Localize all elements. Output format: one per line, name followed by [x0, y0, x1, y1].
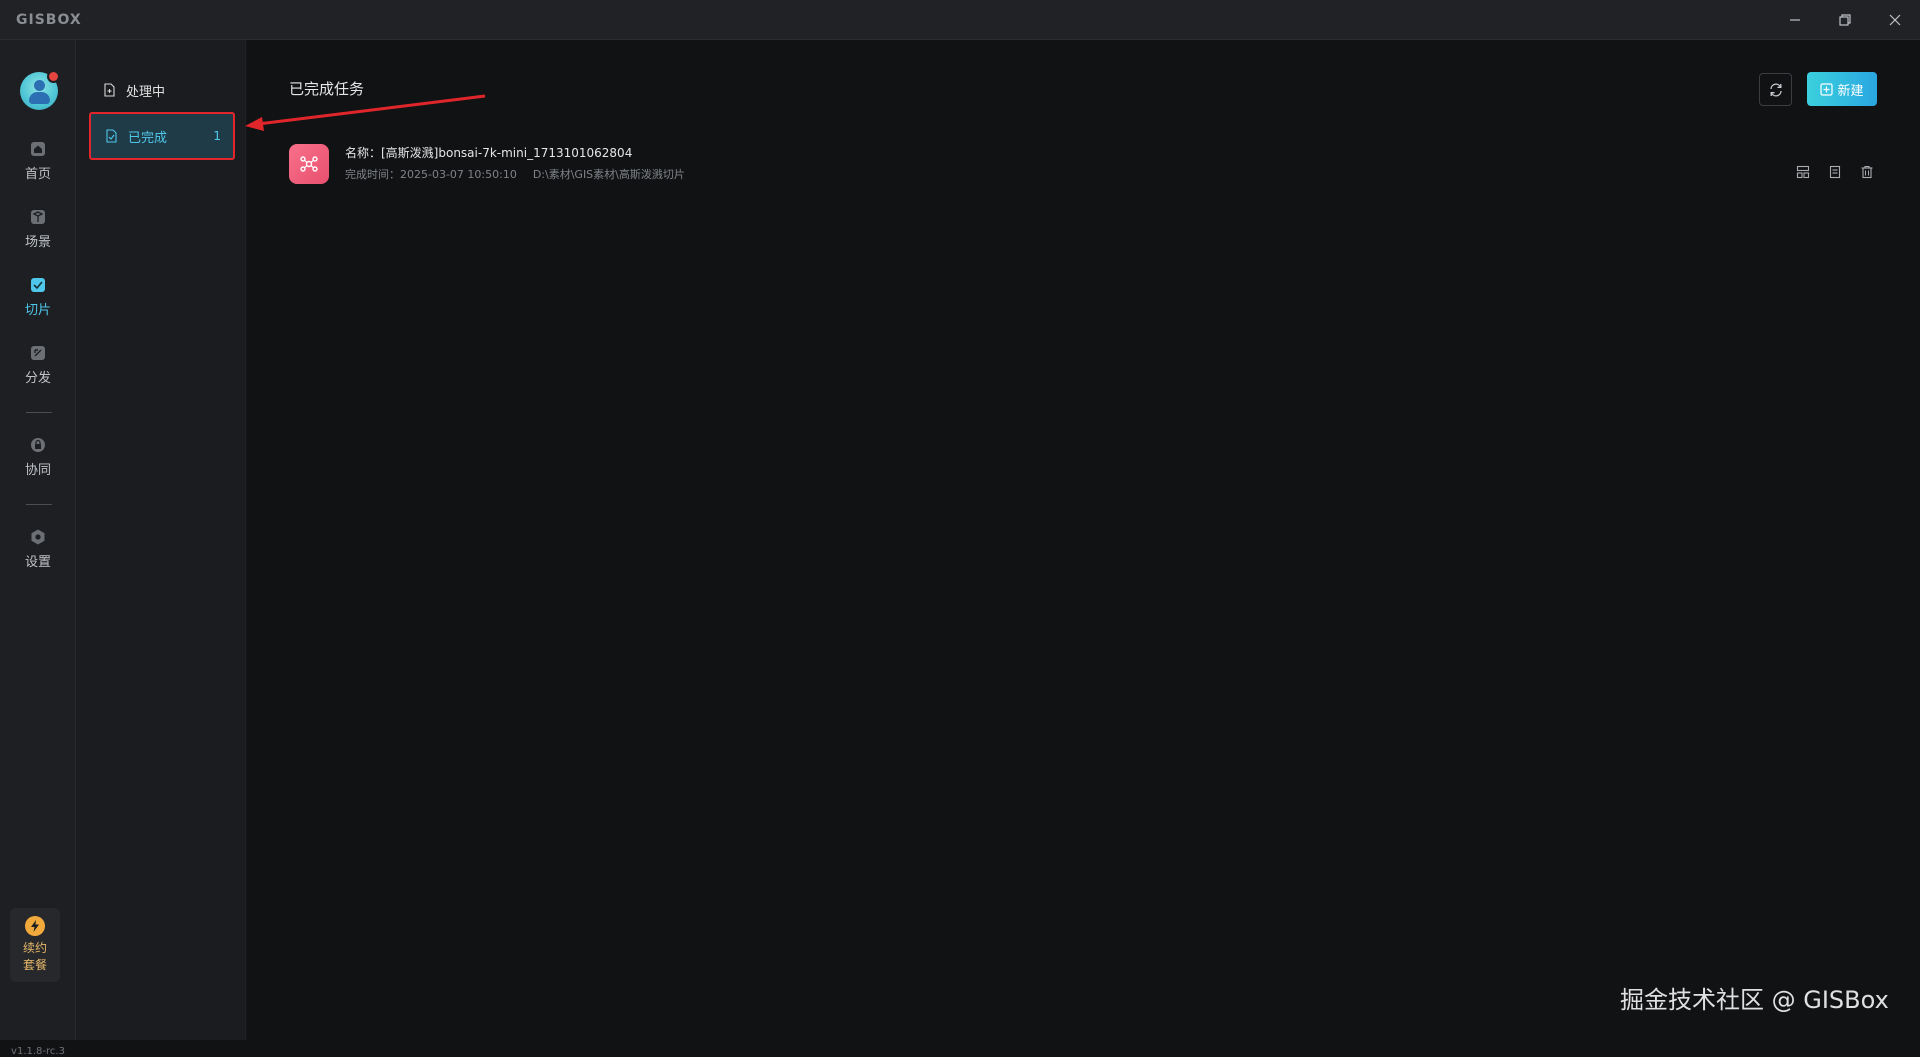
nav-item-distribute[interactable]: 分发 [0, 344, 76, 396]
new-task-label: 新建 [1837, 83, 1864, 99]
app-logo: GISBOX [16, 12, 82, 28]
home-icon [31, 142, 45, 156]
trash-icon [1861, 165, 1873, 179]
task-open-folder-button[interactable] [1825, 162, 1845, 182]
task-output-path: D:\素材\GIS素材\高斯泼溅切片 [532, 168, 685, 181]
watermark: 掘金技术社区 @ GISBox [1620, 986, 1889, 1014]
task-preview-button[interactable] [1793, 162, 1813, 182]
version-label: v1.1.8-rc.3 [11, 1046, 65, 1057]
nav-label-slice: 切片 [24, 303, 51, 318]
task-row: 名称：[高斯泼溅]bonsai-7k-mini_1713101062804 完成… [289, 142, 1877, 194]
primary-sidebar: 首页 场景 切片 分发 协同 设置 续约 套餐 v1.1.8-rc.3 [0, 40, 76, 1057]
secondary-sidebar: 处理中 已完成 1 [76, 40, 246, 1040]
nav-label-scene: 场景 [24, 235, 51, 250]
restore-button[interactable] [1820, 0, 1870, 40]
window-controls [1770, 0, 1920, 40]
page-title: 已完成任务 [289, 80, 365, 98]
nav-label-collab: 协同 [24, 463, 51, 478]
task-meta: 完成时间：2025-03-07 10:50:10 D:\素材\GIS素材\高斯泼… [345, 166, 685, 182]
document-check-icon [106, 129, 117, 143]
close-icon [1889, 14, 1901, 26]
nav-divider [26, 504, 52, 505]
gaussian-splat-icon [289, 144, 329, 184]
task-delete-button[interactable] [1857, 162, 1877, 182]
main-content: 已完成任务 新建 名称：[高斯泼溅]bonsai-7k-mini_1713101… [246, 40, 1920, 1040]
lock-icon [31, 438, 45, 452]
renew-plan-card[interactable]: 续约 套餐 [10, 908, 60, 982]
minimize-icon [1790, 19, 1800, 21]
notification-badge [47, 70, 60, 83]
lightning-icon [25, 916, 45, 936]
nav-label-settings: 设置 [24, 555, 51, 570]
task-completed-time: 完成时间：2025-03-07 10:50:10 [345, 168, 517, 181]
document-icon [1829, 165, 1841, 179]
subnav-processing-label: 处理中 [126, 84, 166, 100]
title-bar: GISBOX [0, 0, 1920, 40]
distribute-icon [31, 346, 45, 360]
close-button[interactable] [1870, 0, 1920, 40]
subnav-completed-label: 已完成 [128, 130, 168, 146]
subnav-completed[interactable]: 已完成 1 [89, 112, 235, 160]
completed-count: 1 [213, 129, 221, 143]
avatar[interactable] [20, 70, 60, 110]
scene-icon [31, 210, 45, 224]
new-task-button[interactable]: 新建 [1807, 72, 1877, 106]
refresh-icon [1769, 83, 1782, 96]
avatar-body [29, 92, 50, 104]
nav-divider [26, 412, 52, 413]
preview-icon [1796, 165, 1810, 179]
nav-item-home[interactable]: 首页 [0, 140, 76, 192]
settings-icon [31, 529, 45, 545]
restore-icon [1839, 14, 1851, 26]
document-plus-icon [104, 83, 115, 97]
avatar-head [34, 80, 45, 91]
task-actions [1793, 162, 1877, 182]
nav-item-slice[interactable]: 切片 [0, 276, 76, 328]
task-name: 名称：[高斯泼溅]bonsai-7k-mini_1713101062804 [345, 146, 633, 160]
nav-item-scene[interactable]: 场景 [0, 208, 76, 260]
nav-label-distribute: 分发 [24, 371, 51, 386]
slice-icon [31, 278, 45, 292]
nav-item-collab[interactable]: 协同 [0, 436, 76, 488]
plan-label-line1: 续约 [22, 941, 47, 955]
subnav-processing[interactable]: 处理中 [89, 70, 235, 110]
minimize-button[interactable] [1770, 0, 1820, 40]
add-icon [1820, 82, 1834, 96]
nav-item-settings[interactable]: 设置 [0, 528, 76, 580]
plan-label-line2: 套餐 [22, 958, 47, 972]
refresh-button[interactable] [1759, 73, 1792, 106]
nav-label-home: 首页 [24, 167, 51, 182]
